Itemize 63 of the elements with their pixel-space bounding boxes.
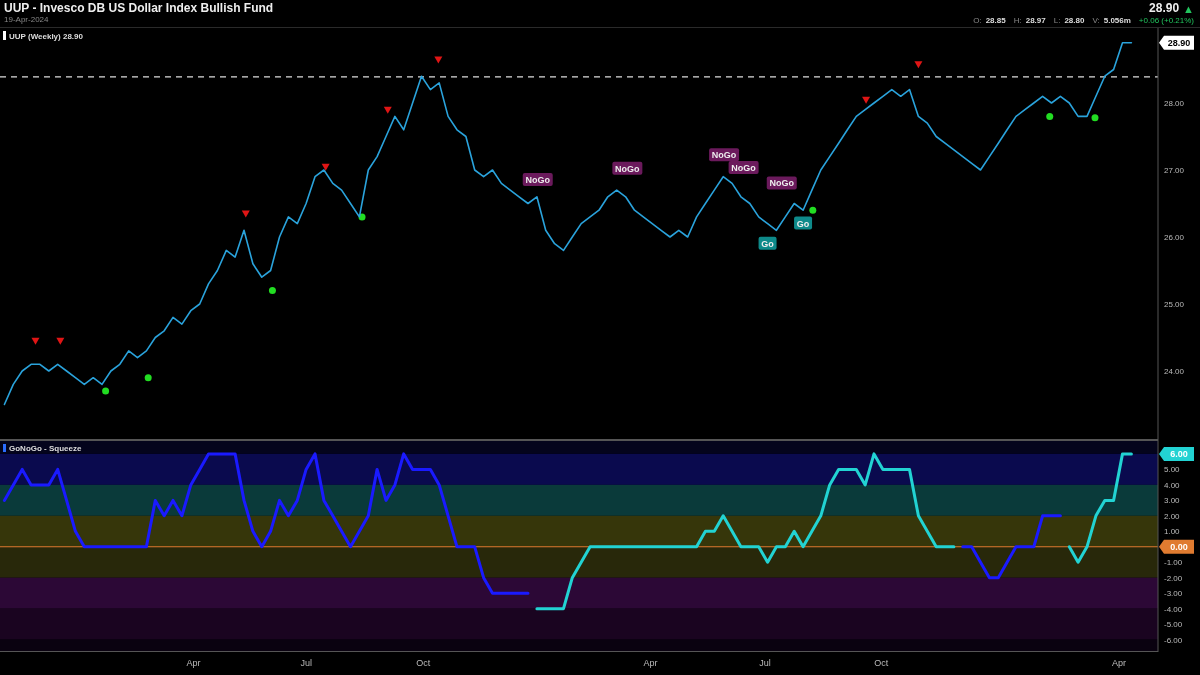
axis-value-tag: 28.90 (1159, 35, 1194, 50)
signal-label: NoGo (522, 173, 553, 187)
y-axis-label: -5.00 (1164, 620, 1183, 630)
ohlc-value: 28.97 (1025, 15, 1046, 27)
y-axis-label: 4.00 (1164, 480, 1180, 490)
dot-marker (144, 374, 152, 382)
y-axis-label: 26.00 (1164, 233, 1185, 242)
dot-marker (102, 387, 110, 395)
x-axis-label: Apr (643, 658, 658, 668)
ohlc-value: 5.056m (1103, 15, 1131, 27)
dot-marker (358, 213, 366, 221)
down-triangle-marker (383, 106, 392, 114)
y-axis-label: 27.00 (1164, 166, 1185, 175)
down-triangle-marker (862, 96, 871, 104)
axis-value-tag: 6.00 (1159, 446, 1194, 461)
ohlc-value: 28.85 (985, 15, 1006, 27)
signal-label: Go (794, 216, 813, 230)
dot-marker (268, 287, 276, 295)
signal-label: NoGo (612, 161, 643, 175)
down-triangle-marker (56, 337, 65, 345)
y-axis-label: 1.00 (1164, 527, 1180, 537)
down-triangle-marker (31, 337, 40, 345)
price-change: +0.06 (+0.21%) (1138, 15, 1194, 27)
x-axis-label: Apr (1111, 658, 1126, 668)
signal-label: NoGo (709, 148, 740, 162)
dot-marker (1046, 112, 1054, 120)
ohlc-label: V: (1092, 15, 1100, 27)
down-triangle-marker (914, 61, 923, 69)
y-axis-label: 24.00 (1164, 367, 1185, 376)
signal-label: NoGo (766, 176, 797, 190)
x-axis-label: Oct (416, 658, 431, 668)
chart-date: 19-Apr-2024 (4, 15, 50, 25)
last-price: 28.90 (1149, 2, 1180, 15)
x-axis-label: Jul (300, 658, 312, 668)
signal-label: Go (758, 236, 777, 250)
y-axis-label: -4.00 (1164, 604, 1183, 614)
axis-value-tag: 0.00 (1159, 539, 1194, 554)
dot-marker (809, 206, 817, 214)
y-axis-label: 5.00 (1164, 465, 1180, 475)
y-axis-label: 2.00 (1164, 511, 1180, 521)
up-triangle-icon: ▲ (1183, 2, 1194, 15)
y-axis-label: -2.00 (1164, 573, 1183, 583)
x-axis-label: Oct (874, 658, 889, 668)
y-axis-label: -3.00 (1164, 589, 1183, 599)
panel-legend: GoNoGo - Squeeze (3, 444, 82, 453)
y-axis-label: 28.00 (1164, 99, 1185, 109)
dot-marker (1091, 114, 1099, 122)
y-axis-label: 3.00 (1164, 496, 1180, 506)
down-triangle-marker (434, 56, 443, 64)
panel-legend: UUP (Weekly) 28.90 (3, 31, 83, 41)
ohlc-label: O: (973, 15, 982, 27)
y-axis-label: 25.00 (1164, 300, 1185, 309)
y-axis-label: -6.00 (1164, 635, 1183, 645)
x-axis-label: Jul (759, 658, 771, 668)
ohlc-label: L: (1053, 15, 1061, 27)
ohlc-label: H: (1013, 15, 1022, 27)
y-axis-label: -1.00 (1164, 558, 1183, 568)
x-axis-label: Apr (186, 658, 201, 668)
down-triangle-marker (321, 163, 330, 171)
ohlc-value: 28.80 (1064, 15, 1085, 27)
down-triangle-marker (241, 210, 250, 218)
chart-title: UUP - Invesco DB US Dollar Index Bullish Fund (4, 2, 274, 15)
signal-label: NoGo (728, 161, 759, 174)
